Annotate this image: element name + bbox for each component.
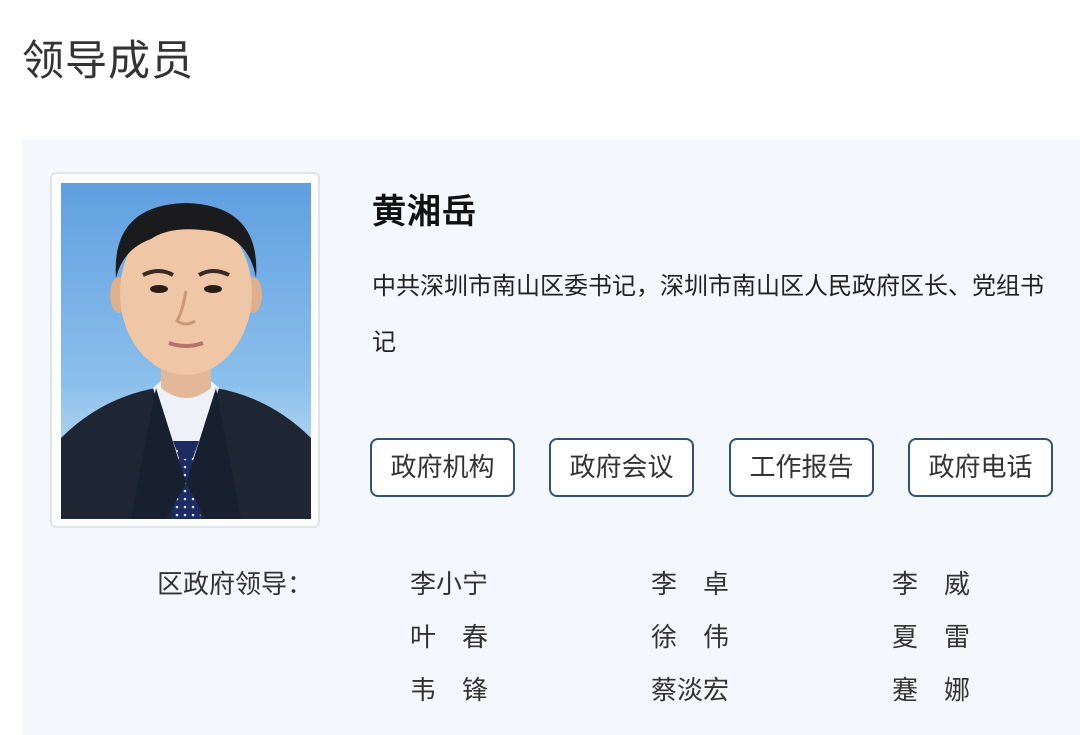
gov-organization-button[interactable]: 政府机构 — [370, 438, 515, 497]
leader-link[interactable]: 夏 雷 — [892, 618, 970, 658]
leader-link[interactable]: 韦 锋 — [410, 671, 488, 711]
portrait-illustration — [61, 183, 311, 519]
leader-link[interactable]: 徐 伟 — [651, 618, 729, 658]
leader-link[interactable]: 蹇 娜 — [892, 671, 970, 711]
leader-link[interactable]: 李小宁 — [410, 565, 488, 605]
portrait-frame — [50, 172, 320, 528]
work-report-button[interactable]: 工作报告 — [729, 438, 874, 497]
leader-link[interactable]: 蔡淡宏 — [651, 671, 729, 711]
leader-link[interactable]: 李 威 — [892, 565, 970, 605]
gov-phone-button[interactable]: 政府电话 — [908, 438, 1053, 497]
gov-meeting-button[interactable]: 政府会议 — [549, 438, 694, 497]
leader-name: 黄湘岳 — [372, 192, 477, 232]
leader-link[interactable]: 叶 春 — [410, 618, 488, 658]
leader-panel: 黄湘岳 中共深圳市南山区委书记，深圳市南山区人民政府区长、党组书记 政府机构 政… — [22, 140, 1080, 735]
leader-title: 中共深圳市南山区委书记，深圳市南山区人民政府区长、党组书记 — [372, 272, 1044, 356]
leader-portrait[interactable] — [61, 183, 311, 519]
page-title: 领导成员 — [22, 36, 195, 85]
district-leaders-label: 区政府领导： — [157, 570, 314, 600]
leader-link[interactable]: 李 卓 — [651, 565, 729, 605]
